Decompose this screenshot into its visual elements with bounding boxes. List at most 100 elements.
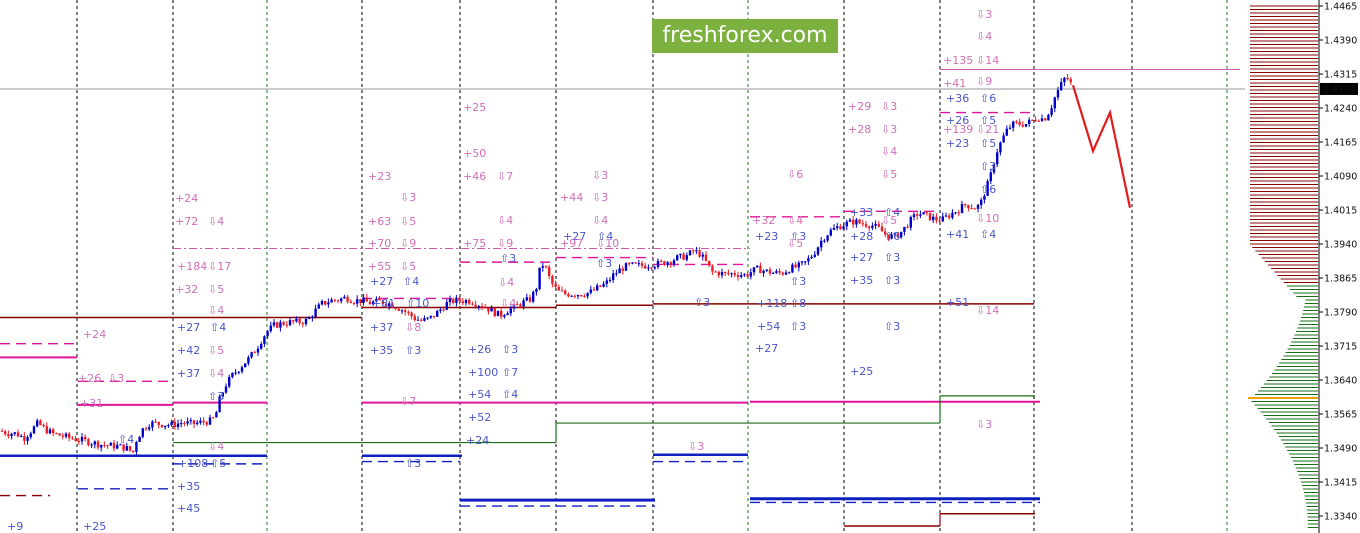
- candle-body: [826, 235, 829, 241]
- order-annotation: +51: [946, 296, 969, 309]
- candle-body: [1037, 120, 1040, 122]
- candle-body: [580, 295, 583, 297]
- candle: [551, 274, 554, 288]
- freshforex-logo[interactable]: freshforex.com: [652, 19, 838, 53]
- candle-body: [452, 298, 455, 303]
- candle-body: [618, 268, 621, 274]
- order-annotation: +32: [752, 214, 775, 227]
- candle: [487, 307, 490, 315]
- candle-body: [909, 217, 912, 228]
- candle: [861, 219, 864, 227]
- candle: [135, 440, 138, 456]
- candle-body: [519, 304, 522, 307]
- candle-body: [1056, 89, 1060, 98]
- candle: [778, 268, 781, 275]
- candle: [500, 308, 503, 320]
- candle-body: [999, 142, 1002, 153]
- order-annotation: ⇩10: [596, 237, 619, 250]
- candle-body: [269, 325, 272, 332]
- candle-body: [20, 436, 23, 438]
- candle-body: [343, 296, 346, 299]
- candle-body: [80, 436, 84, 442]
- order-annotation: +27: [850, 251, 873, 264]
- order-annotation: +36: [946, 92, 969, 105]
- candle: [948, 213, 951, 220]
- candle-body: [685, 255, 688, 260]
- candle: [112, 440, 116, 452]
- candle-body: [426, 317, 429, 319]
- order-annotation: ⇧3: [884, 251, 900, 264]
- candle: [839, 223, 842, 230]
- candle-body: [624, 263, 628, 271]
- candle-body: [634, 262, 637, 264]
- candle-body: [183, 423, 186, 425]
- candle: [471, 301, 474, 306]
- order-annotation: ⇧5: [980, 137, 996, 150]
- candle-body: [103, 444, 106, 446]
- order-annotation: ⇩5: [787, 237, 803, 250]
- candle: [749, 268, 752, 280]
- candle-body: [948, 215, 951, 218]
- order-annotation: ⇧4: [118, 433, 134, 446]
- candle: [759, 262, 762, 274]
- candle: [944, 212, 948, 218]
- candle-body: [916, 214, 919, 216]
- candle: [1034, 116, 1037, 122]
- candle: [496, 310, 500, 317]
- order-annotation: ⇩4: [208, 215, 224, 228]
- candle: [583, 293, 586, 298]
- candle: [132, 450, 135, 454]
- order-annotation: +75: [463, 237, 486, 250]
- candle: [653, 265, 656, 271]
- candle: [548, 264, 551, 280]
- candle-body: [832, 227, 836, 230]
- axis-tick-label: 1.3490: [1324, 444, 1357, 455]
- candle: [356, 295, 359, 308]
- candle-body: [61, 435, 64, 437]
- forecast-line: [1071, 85, 1132, 208]
- candle-body: [925, 212, 928, 214]
- candle: [199, 417, 202, 425]
- order-annotation: ⇧3: [694, 296, 710, 309]
- candle-body: [759, 265, 762, 274]
- candle: [154, 418, 157, 424]
- candle-body: [928, 212, 932, 221]
- candle-body: [695, 250, 698, 252]
- candle: [20, 434, 23, 438]
- candle: [647, 264, 650, 272]
- price-chart[interactable]: +9 +24 +26 ⇩3 +31 ⇧4 +25 +24 +72 ⇩4 +184 ⇩17 +32 ⇩5 ⇩4…: [0, 0, 1360, 533]
- candle-body: [480, 306, 484, 308]
- order-annotation: +35: [177, 480, 200, 493]
- candle-body: [448, 298, 452, 303]
- order-annotation: +63: [368, 215, 391, 228]
- candle-body: [16, 432, 20, 437]
- candle-body: [820, 240, 823, 248]
- order-annotation: +35: [850, 274, 873, 287]
- order-annotation: +24: [83, 328, 106, 341]
- order-annotation: ⇧5: [210, 457, 226, 470]
- candle-body: [880, 226, 884, 232]
- order-annotation: ⇩5: [400, 260, 416, 273]
- candle: [423, 315, 426, 322]
- candle-body: [1015, 121, 1018, 123]
- order-annotation: ⇩14: [976, 54, 999, 67]
- candle-body: [605, 280, 608, 284]
- candle: [698, 247, 701, 258]
- candle-body: [87, 439, 90, 446]
- candle: [602, 281, 605, 288]
- candle-body: [400, 310, 404, 312]
- candle-body: [304, 318, 308, 325]
- candle: [109, 441, 112, 446]
- candle-body: [368, 301, 372, 305]
- candle: [212, 416, 215, 419]
- candle-body: [775, 271, 778, 273]
- axis-tick-label: 1.3790: [1324, 308, 1357, 319]
- candle: [7, 430, 10, 439]
- candle: [576, 294, 580, 300]
- candle-body: [762, 270, 765, 274]
- candle-body: [1044, 118, 1047, 121]
- candle-body: [468, 300, 471, 304]
- candle-body: [1024, 123, 1028, 127]
- order-annotation: +33: [850, 206, 873, 219]
- candle: [954, 211, 957, 215]
